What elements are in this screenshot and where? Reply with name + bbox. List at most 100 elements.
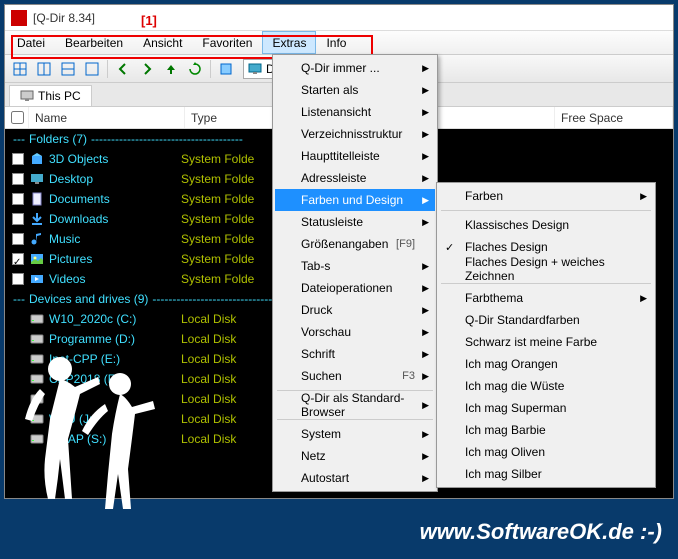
- row-checkbox[interactable]: [12, 153, 24, 165]
- menu-item[interactable]: Starten als▶: [275, 79, 435, 101]
- layout-btn-4[interactable]: [81, 58, 103, 80]
- window-title: [Q-Dir 8.34]: [33, 11, 95, 25]
- item-name: Pictures: [49, 252, 181, 266]
- submenu-label: Farben: [465, 189, 503, 203]
- view-btn[interactable]: [215, 58, 237, 80]
- submenu-item[interactable]: Ich mag Oliven: [439, 441, 653, 463]
- menu-item[interactable]: Haupttitelleiste▶: [275, 145, 435, 167]
- row-checkbox[interactable]: [12, 273, 24, 285]
- menu-bearbeiten[interactable]: Bearbeiten: [55, 31, 133, 54]
- submenu-arrow-icon: ▶: [422, 107, 429, 118]
- submenu-item[interactable]: Klassisches Design: [439, 214, 653, 236]
- layout-btn-3[interactable]: [57, 58, 79, 80]
- item-type: Local Disk: [181, 412, 236, 426]
- menu-item[interactable]: Schrift▶: [275, 343, 435, 365]
- menu-datei[interactable]: Datei: [7, 31, 55, 54]
- menu-item[interactable]: Größenangaben[F9]: [275, 233, 435, 255]
- menu-label: Suchen: [301, 369, 342, 383]
- submenu-item[interactable]: Flaches Design + weiches Zeichnen: [439, 258, 653, 280]
- menu-item[interactable]: Autostart▶: [275, 467, 435, 489]
- menu-label: Statusleiste: [301, 215, 363, 229]
- tab-thispc[interactable]: This PC: [9, 85, 92, 106]
- row-checkbox[interactable]: [12, 233, 24, 245]
- menu-item[interactable]: Dateioperationen▶: [275, 277, 435, 299]
- col-check[interactable]: [5, 107, 29, 128]
- disk-icon: [29, 431, 45, 447]
- menu-item[interactable]: Verzeichnisstruktur▶: [275, 123, 435, 145]
- menu-extras[interactable]: Extras: [262, 31, 316, 54]
- item-name: CPP2018 (F:): [49, 372, 181, 386]
- menu-favoriten[interactable]: Favoriten: [192, 31, 262, 54]
- submenu-arrow-icon: ▶: [422, 129, 429, 140]
- menu-item[interactable]: Listenansicht ▶: [275, 101, 435, 123]
- item-type: Local Disk: [181, 372, 236, 386]
- item-name: SWAP (S:): [49, 432, 181, 446]
- item-type: Local Disk: [181, 312, 236, 326]
- menu-item[interactable]: Vorschau▶: [275, 321, 435, 343]
- nav-fwd-btn[interactable]: [136, 58, 158, 80]
- menu-label: Netz: [301, 449, 326, 463]
- row-checkbox[interactable]: [12, 213, 24, 225]
- submenu-item[interactable]: Farben▶: [439, 185, 653, 207]
- submenu-label: Ich mag Orangen: [465, 357, 558, 371]
- nav-up-btn[interactable]: [160, 58, 182, 80]
- col-type[interactable]: Type: [185, 107, 275, 128]
- submenu-label: Flaches Design + weiches Zeichnen: [465, 255, 633, 283]
- menu-item[interactable]: Netz ▶: [275, 445, 435, 467]
- cube-icon: [29, 151, 45, 167]
- item-type: System Folde: [181, 192, 254, 206]
- menu-shortcut: F3: [402, 370, 415, 382]
- menu-info[interactable]: Info: [316, 31, 356, 54]
- picture-icon: [29, 251, 45, 267]
- disk-icon: [29, 311, 45, 327]
- desktop-icon: [29, 171, 45, 187]
- col-name[interactable]: Name: [29, 107, 185, 128]
- item-name: Downloads: [49, 212, 181, 226]
- submenu-item[interactable]: Q-Dir Standardfarben: [439, 309, 653, 331]
- menu-item[interactable]: Q-Dir immer ...▶: [275, 57, 435, 79]
- layout-btn-2[interactable]: [33, 58, 55, 80]
- row-checkbox[interactable]: [12, 253, 24, 265]
- header-checkbox[interactable]: [11, 111, 24, 124]
- item-type: Local Disk: [181, 332, 236, 346]
- menu-item[interactable]: Druck▶: [275, 299, 435, 321]
- submenu-item[interactable]: Ich mag die Wüste: [439, 375, 653, 397]
- music-icon: [29, 231, 45, 247]
- submenu-label: Ich mag Silber: [465, 467, 542, 481]
- submenu-item[interactable]: Ich mag Superman: [439, 397, 653, 419]
- nav-back-btn[interactable]: [112, 58, 134, 80]
- submenu-arrow-icon: ▶: [422, 85, 429, 96]
- layout-btn-1[interactable]: [9, 58, 31, 80]
- row-checkbox[interactable]: [12, 173, 24, 185]
- refresh-btn[interactable]: [184, 58, 206, 80]
- submenu-item[interactable]: Farbthema▶: [439, 287, 653, 309]
- row-checkbox[interactable]: [12, 193, 24, 205]
- menu-item[interactable]: SuchenF3▶: [275, 365, 435, 387]
- submenu-arrow-icon: ▶: [422, 305, 429, 316]
- item-type: System Folde: [181, 172, 254, 186]
- menu-item[interactable]: Tab-s▶: [275, 255, 435, 277]
- menu-item[interactable]: System▶: [275, 423, 435, 445]
- desktop-icon: [248, 62, 262, 76]
- submenu-item[interactable]: Ich mag Silber: [439, 463, 653, 485]
- menu-item[interactable]: Statusleiste▶: [275, 211, 435, 233]
- submenu-item[interactable]: Schwarz ist meine Farbe: [439, 331, 653, 353]
- menu-item[interactable]: Farben und Design▶: [275, 189, 435, 211]
- submenu-arrow-icon: ▶: [422, 451, 429, 462]
- item-type: System Folde: [181, 232, 254, 246]
- submenu-item[interactable]: Ich mag Barbie: [439, 419, 653, 441]
- extras-dropdown: Q-Dir immer ...▶Starten als▶Listenansich…: [272, 54, 438, 492]
- submenu-label: Ich mag Barbie: [465, 423, 546, 437]
- col-free[interactable]: Free Space: [555, 107, 673, 128]
- download-icon: [29, 211, 45, 227]
- menu-item[interactable]: Adressleiste▶: [275, 167, 435, 189]
- menu-item[interactable]: Q-Dir als Standard-Browser▶: [275, 394, 435, 416]
- item-type: System Folde: [181, 152, 254, 166]
- menu-separator: [277, 419, 433, 420]
- submenu-item[interactable]: Ich mag Orangen: [439, 353, 653, 375]
- menubar: Datei Bearbeiten Ansicht Favoriten Extra…: [5, 31, 673, 55]
- menu-ansicht[interactable]: Ansicht: [133, 31, 192, 54]
- titlebar: [Q-Dir 8.34]: [5, 5, 673, 31]
- menu-label: Listenansicht: [301, 105, 371, 119]
- item-name: W7U (J:): [49, 412, 181, 426]
